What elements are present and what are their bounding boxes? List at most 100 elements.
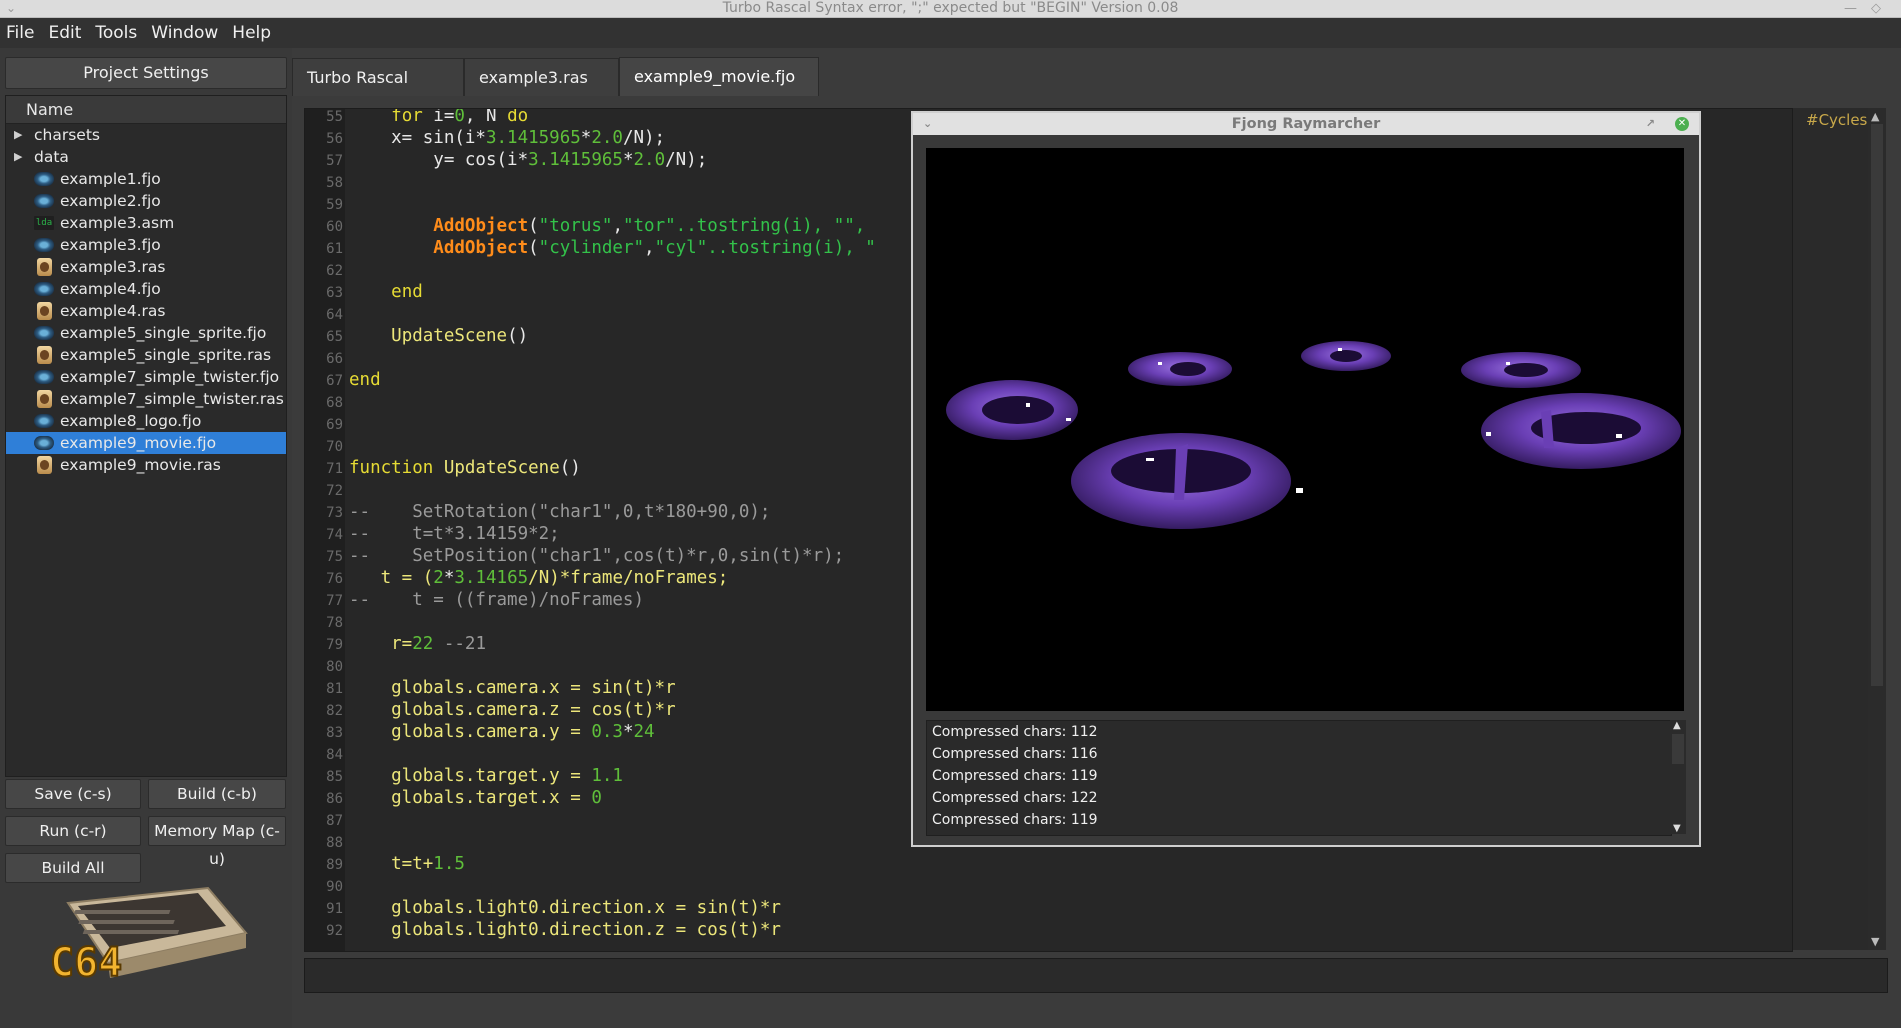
window-controls[interactable]: —◇ [1844,0,1895,17]
code-token: * [622,150,634,170]
editor-scrollbar[interactable]: ▲ ▼ [1868,108,1886,950]
code-token: () [507,326,529,346]
line-number: 87 [326,813,343,829]
rendered-scene [946,341,1681,529]
log-scrollbar[interactable]: ▲ ▼ [1670,720,1686,834]
tree-file-item[interactable]: example7_simple_twister.ras [6,388,286,410]
tree-file-item[interactable]: example8_logo.fjo [6,410,286,432]
code-token: 1.5 [433,854,465,874]
run-button[interactable]: Run (c-r) [5,816,141,846]
code-token: /N); [622,128,666,148]
line-number: 75 [326,549,343,565]
code-line: 58 [305,171,349,193]
tree-file-item[interactable]: example9_movie.ras [6,454,286,476]
tree-header-name[interactable]: Name [6,96,286,124]
tree-file-item[interactable]: example4.fjo [6,278,286,300]
code-token: 24 [633,722,655,742]
code-token: "", [833,216,866,236]
dialog-titlebar[interactable]: ⌄ Fjong Raymarcher ↗ ✕ [913,113,1699,135]
expand-arrow-icon[interactable]: ▶ [14,124,22,146]
fjo-file-icon [34,414,54,428]
tree-file-label: example1.fjo [60,170,161,188]
line-number: 83 [326,725,343,741]
build-button[interactable]: Build (c-b) [148,779,286,809]
memory-map-button[interactable]: Memory Map (c-u) [148,816,286,868]
scrollbar-thumb[interactable] [1871,124,1883,686]
tab-turbo-rascal-solution[interactable]: Turbo Rascal Solution [292,58,464,125]
project-tree[interactable]: Name ▶ charsets ▶ data example1.fjo example… [5,95,287,777]
code-line: 83 globals.camera.y = 0.3*24 [305,721,655,743]
code-token: for [391,108,423,126]
menu-tools[interactable]: Tools [89,23,145,43]
code-token: , [612,216,623,236]
menu-help[interactable]: Help [226,23,279,43]
menu-window[interactable]: Window [145,23,226,43]
dialog-menu-icon[interactable]: ⌄ [923,113,932,135]
tree-file-item[interactable]: example1.fjo [6,168,286,190]
scroll-up-icon[interactable]: ▲ [1673,720,1681,731]
tree-folder-data[interactable]: ▶ data [6,146,286,168]
code-line: 80 [305,655,349,677]
scroll-down-icon[interactable]: ▼ [1871,935,1879,948]
menu-edit[interactable]: Edit [42,23,89,43]
line-number: 90 [326,879,343,895]
tree-file-item[interactable]: example4.ras [6,300,286,322]
code-token: 22 [412,634,434,654]
code-line: 56 x= sin(i*3.1415965*2.0/N); [305,127,665,149]
scroll-down-icon[interactable]: ▼ [1673,823,1681,834]
dialog-close-icon[interactable]: ✕ [1675,117,1689,131]
tree-file-item[interactable]: lda example3.asm [6,212,286,234]
tree-file-item[interactable]: example3.fjo [6,234,286,256]
tree-file-item[interactable]: example5_single_sprite.fjo [6,322,286,344]
tree-file-item[interactable]: example3.ras [6,256,286,278]
window-menu-icon[interactable]: ⌄ [6,0,16,17]
line-number: 60 [326,219,343,235]
code-token: AddObject [433,216,529,236]
code-line: 70 [305,435,349,457]
menu-file[interactable]: File [0,23,42,43]
tree-file-item[interactable]: example7_simple_twister.fjo [6,366,286,388]
log-line: Compressed chars: 116 [932,746,1098,762]
code-line: 69 [305,413,349,435]
code-token: 0 [591,788,602,808]
tree-file-label: example3.fjo [60,236,161,254]
code-token: globals.target.x = [349,788,592,808]
tree-file-item[interactable]: example5_single_sprite.ras [6,344,286,366]
line-number: 69 [326,417,343,433]
code-token: -- SetPosition("char1",cos(t)*r,0,sin(t)… [349,546,845,566]
tree-folder-charsets[interactable]: ▶ charsets [6,124,286,146]
code-line: 55 for i=0, N do [305,108,529,127]
project-settings-button[interactable]: Project Settings [5,57,287,89]
tab-example3-ras[interactable]: example3.ras [464,58,619,96]
code-token: ( [528,238,539,258]
line-number: 64 [326,307,343,323]
code-token: * [443,568,455,588]
expand-arrow-icon[interactable]: ▶ [14,146,22,168]
scrollbar-thumb[interactable] [1672,734,1684,764]
tree-file-label: example5_single_sprite.fjo [60,324,267,342]
dialog-shade-icon[interactable]: ↗ [1646,113,1655,135]
tab-example9-movie-fjo[interactable]: example9_movie.fjo [619,57,819,96]
code-token: --21 [433,634,486,654]
line-number: 68 [326,395,343,411]
tree-file-item[interactable]: example9_movie.fjo [6,432,286,454]
code-line: 66 [305,347,349,369]
line-number: 57 [326,153,343,169]
code-token: -- t=t*3.14159*2; [349,524,560,544]
cycles-panel [1792,108,1869,950]
code-line: 91 globals.light0.direction.x = sin(t)*r [305,897,781,919]
menubar: File Edit Tools Window Help [0,18,1901,48]
log-line: Compressed chars: 119 [932,768,1098,784]
code-token: AddObject [433,238,529,258]
log-output[interactable]: Compressed chars: 112 Compressed chars: … [926,720,1672,836]
code-token: do [507,108,529,126]
scroll-up-icon[interactable]: ▲ [1871,110,1879,123]
tree-file-label: example7_simple_twister.ras [60,390,284,408]
tree-file-item[interactable]: example2.fjo [6,190,286,212]
code-token: UpdateScene [391,326,508,346]
line-number: 66 [326,351,343,367]
save-button[interactable]: Save (c-s) [5,779,141,809]
line-number: 73 [326,505,343,521]
torus-object [1128,352,1232,386]
